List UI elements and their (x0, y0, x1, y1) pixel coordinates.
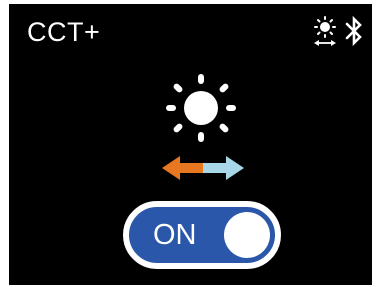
device-screen: CCT+ ON (9, 4, 372, 285)
cct-sun-arrows-icon (314, 16, 336, 46)
power-toggle[interactable]: ON (123, 201, 281, 269)
mode-title: CCT+ (27, 17, 101, 47)
toggle-knob (224, 212, 270, 258)
sun-icon (166, 74, 236, 142)
toggle-label: ON (153, 219, 197, 251)
bluetooth-icon (345, 16, 362, 46)
bidirectional-arrow-icon (162, 156, 244, 180)
